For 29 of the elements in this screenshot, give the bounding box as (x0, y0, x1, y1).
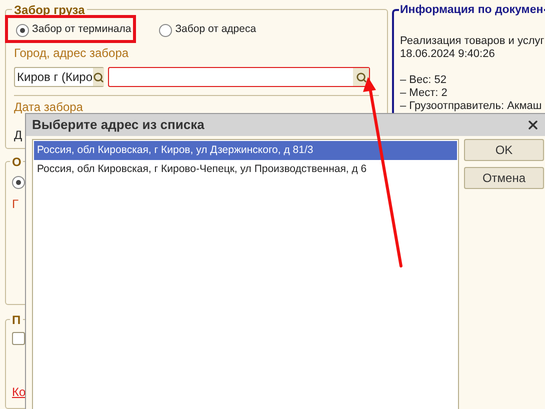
search-icon (92, 72, 104, 82)
date-field: Д (14, 126, 22, 144)
radio-button[interactable] (12, 176, 25, 189)
radio-button[interactable] (159, 24, 172, 36)
radio-label: Забор от адреса (175, 22, 256, 38)
info-text: – Вес: 52 (400, 74, 446, 87)
radio-button[interactable] (16, 24, 29, 36)
field-label: Г (12, 196, 18, 213)
radio-label: Забор от терминала (32, 22, 132, 38)
list-item[interactable]: Россия, обл Кировская, г Киров, ул Дзержинского, д 81/3 (34, 141, 457, 160)
close-icon (526, 118, 540, 132)
checkbox[interactable] (12, 332, 25, 346)
link[interactable]: Ко (12, 383, 26, 402)
info-text: – Грузоотправитель: Акмаш (400, 100, 542, 113)
close-button[interactable] (526, 118, 540, 132)
dialog-button[interactable]: OK (464, 139, 544, 161)
dialog-title: Выберите адрес из списка (32, 116, 204, 134)
field-label: Город, адрес забора (14, 45, 129, 62)
dialog-button[interactable]: Отмена (464, 167, 544, 189)
search-button[interactable] (353, 68, 369, 86)
info-text: 18.06.2024 9:40:26 (400, 48, 495, 61)
list-item[interactable]: Россия, обл Кировская, г Кирово-Чепецк, ул Производственная, д 6 (34, 160, 457, 179)
field-label: Дата забора (14, 99, 83, 116)
search-button[interactable] (92, 68, 104, 86)
search-icon (356, 72, 366, 82)
address-field[interactable] (108, 67, 370, 87)
info-text: Реализация товаров и услуг (400, 35, 544, 48)
city-field[interactable]: Киров г (Киро (14, 67, 104, 87)
info-text: – Мест: 2 (400, 87, 448, 100)
